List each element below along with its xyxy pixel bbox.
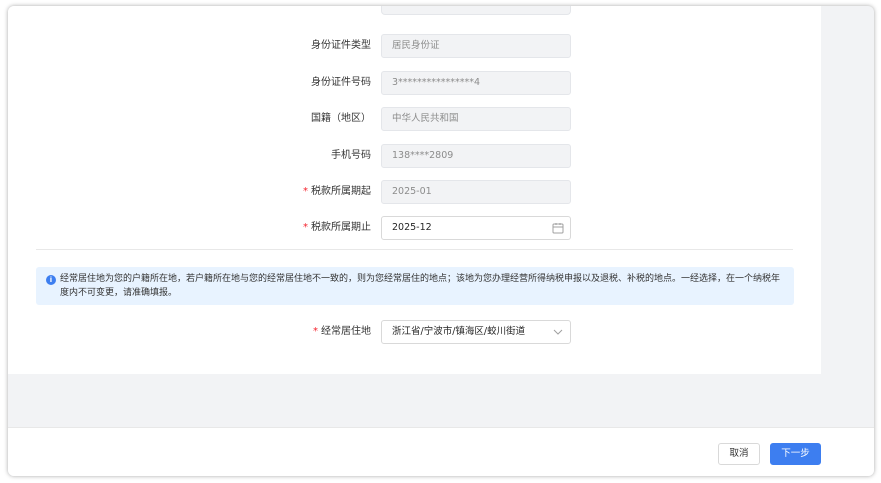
field-label: * 税款所属期起 — [303, 180, 371, 204]
residence-select[interactable]: 浙江省/宁波市/镇海区/蛟川街道 — [381, 320, 571, 344]
notice-text: 经常居住地为您的户籍所在地，若户籍所在地与您的经常居住地不一致的，则为您经常居住… — [60, 274, 781, 298]
field-label-text: 税款所属期起 — [311, 186, 371, 197]
form-row-id-type: 身份证件类型 居民身份证 — [8, 34, 821, 58]
nationality-field: 中华人民共和国 — [381, 107, 571, 131]
form-row-period-end: * 税款所属期止 2025-12 — [8, 216, 821, 240]
period-end-date-picker[interactable]: 2025-12 — [381, 216, 571, 240]
section-divider — [36, 249, 793, 250]
footer-bar: 取消 下一步 — [8, 427, 874, 476]
info-notice: i 经常居住地为您的户籍所在地，若户籍所在地与您的经常居住地不一致的，则为您经常… — [36, 267, 794, 305]
required-mark: * — [313, 326, 318, 337]
period-start-field: 2025-01 — [381, 180, 571, 204]
field-label: 身份证件号码 — [311, 77, 371, 88]
info-icon: i — [46, 275, 56, 285]
period-end-value: 2025-12 — [392, 222, 432, 233]
app-window: 身份证件类型 居民身份证 身份证件号码 3****************4 国… — [8, 6, 874, 476]
phone-field: 138****2809 — [381, 144, 571, 168]
required-mark: * — [303, 186, 308, 197]
cancel-button[interactable]: 取消 — [718, 443, 760, 465]
field-label-text: 经常居住地 — [321, 326, 371, 337]
next-step-button[interactable]: 下一步 — [770, 443, 821, 465]
required-mark: * — [303, 222, 308, 233]
field-label: 身份证件类型 — [311, 40, 371, 51]
calendar-icon[interactable] — [552, 222, 564, 234]
form-row-nationality: 国籍（地区） 中华人民共和国 — [8, 107, 821, 131]
form-row-residence: * 经常居住地 浙江省/宁波市/镇海区/蛟川街道 — [8, 320, 821, 344]
form-row-period-start: * 税款所属期起 2025-01 — [8, 180, 821, 204]
id-type-field: 居民身份证 — [381, 34, 571, 58]
field-label: 手机号码 — [331, 150, 371, 161]
chevron-down-icon — [553, 329, 563, 335]
form-row-id-number: 身份证件号码 3****************4 — [8, 71, 821, 95]
field-label: * 经常居住地 — [313, 320, 371, 344]
residence-value: 浙江省/宁波市/镇海区/蛟川街道 — [392, 326, 526, 337]
form-row-phone: 手机号码 138****2809 — [8, 144, 821, 168]
form-card: 身份证件类型 居民身份证 身份证件号码 3****************4 国… — [8, 6, 821, 374]
previous-field-partial — [381, 6, 571, 15]
field-label: 国籍（地区） — [311, 113, 371, 124]
field-label: * 税款所属期止 — [303, 216, 371, 240]
field-label-text: 税款所属期止 — [311, 222, 371, 233]
id-number-field: 3****************4 — [381, 71, 571, 95]
